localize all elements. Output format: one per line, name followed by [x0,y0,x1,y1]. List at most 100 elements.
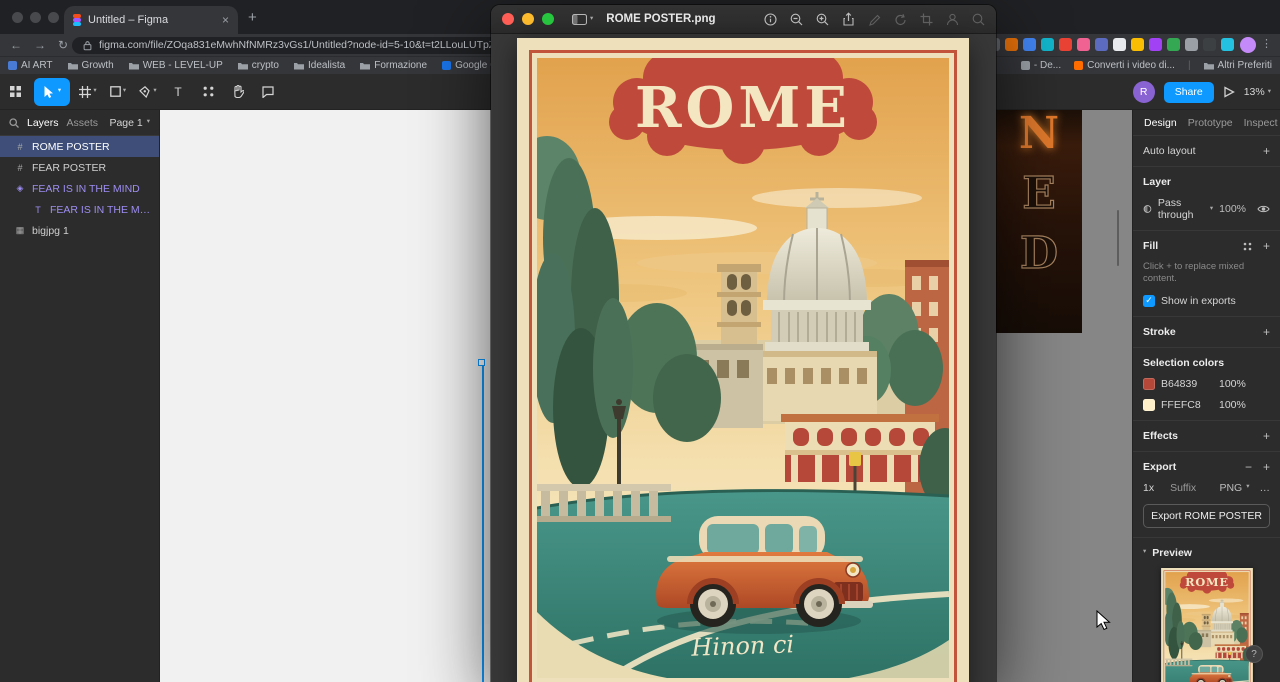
close-window-icon[interactable] [12,12,23,23]
search-icon[interactable] [9,117,19,128]
color-opacity[interactable]: 100% [1219,399,1246,411]
bookmark-item[interactable]: Converti i video di... [1074,60,1175,71]
extension-icon[interactable] [1059,38,1072,51]
help-button[interactable]: ? [1245,645,1263,663]
extension-icon[interactable] [1005,38,1018,51]
browser-profile-avatar[interactable] [1240,37,1256,53]
extension-icon[interactable] [1095,38,1108,51]
info-icon[interactable] [764,12,777,26]
add-stroke-button[interactable]: + [1263,326,1270,338]
shape-tool-button[interactable]: ▾ [103,74,133,110]
export-button[interactable]: Export ROME POSTER [1143,503,1270,528]
color-swatch[interactable] [1143,398,1155,411]
hand-tool-button[interactable] [223,74,253,110]
tab-design[interactable]: Design [1144,117,1177,129]
share-icon[interactable] [842,12,855,26]
bookmark-item[interactable]: - De... [1020,60,1061,71]
person-icon[interactable] [946,13,959,26]
extension-icon[interactable] [1113,38,1126,51]
minimize-window-icon[interactable] [30,12,41,23]
new-tab-button[interactable]: + [248,9,257,26]
forward-icon[interactable]: → [34,38,46,52]
styles-icon[interactable] [1243,242,1252,251]
add-effect-button[interactable]: + [1263,430,1270,442]
export-format-dropdown[interactable]: PNG [1219,482,1242,494]
reload-icon[interactable]: ↻ [58,38,68,52]
tab-prototype[interactable]: Prototype [1188,117,1233,129]
color-opacity[interactable]: 100% [1219,378,1246,390]
zoom-in-icon[interactable] [816,13,829,26]
extension-icon[interactable] [1131,38,1144,51]
pen-tool-button[interactable]: ▾ [133,74,163,110]
browser-menu-icon[interactable]: ⋮ [1261,37,1272,50]
present-icon[interactable] [1223,86,1235,98]
extension-icon[interactable] [1203,38,1216,51]
bookmark-folder[interactable]: WEB - LEVEL-UP [128,60,223,71]
crop-icon[interactable] [920,13,933,26]
user-avatar[interactable]: R [1132,81,1155,103]
browser-tab[interactable]: Untitled – Figma × [64,6,238,34]
page-selector[interactable]: Page 1 ▾ [109,117,150,129]
rotate-icon[interactable] [894,13,907,26]
text-tool-button[interactable]: T [163,74,193,110]
tab-close-icon[interactable]: × [222,14,229,26]
tab-assets[interactable]: Assets [67,117,99,129]
selection-color-row[interactable]: B64839 100% [1143,377,1270,390]
comment-tool-button[interactable] [253,74,283,110]
color-hex[interactable]: B64839 [1161,378,1213,390]
selection-handle[interactable] [478,359,485,366]
bookmark-item[interactable]: AI ART [8,60,53,71]
canvas-white-frame[interactable] [160,110,491,682]
layer-row-rome-poster[interactable]: # ROME POSTER [0,136,159,157]
zoom-level-dropdown[interactable]: 13% ▾ [1244,86,1271,98]
layer-row-image[interactable]: ▦ bigjpg 1 [0,220,159,241]
selection-color-row[interactable]: FFEFC8 100% [1143,398,1270,411]
selection-edge[interactable] [482,363,484,682]
bookmark-folder[interactable]: Growth [67,60,114,71]
extension-icon[interactable] [1149,38,1162,51]
layer-row-component[interactable]: ◈ FEAR IS IN THE MIND [0,178,159,199]
back-icon[interactable]: ← [10,38,22,52]
fullscreen-button[interactable] [542,13,554,25]
tab-inspect[interactable]: Inspect [1244,117,1278,129]
figma-main-menu-button[interactable] [0,74,30,110]
macos-window-controls[interactable] [12,12,59,23]
bookmark-folder[interactable]: Altri Preferiti [1203,60,1272,71]
zoom-window-icon[interactable] [48,12,59,23]
canvas-scrollbar[interactable] [1117,210,1119,266]
markup-pencil-icon[interactable] [868,13,881,26]
close-button[interactable] [502,13,514,25]
preview-titlebar[interactable]: ▾ ROME POSTER.png [491,5,996,34]
preview-app-window[interactable]: ▾ ROME POSTER.png [491,5,996,682]
tab-layers[interactable]: Layers [27,117,59,129]
extension-icon[interactable] [1077,38,1090,51]
search-icon[interactable] [972,13,985,26]
frame-tool-button[interactable]: ▾ [73,74,103,110]
color-swatch[interactable] [1143,377,1155,390]
remove-export-button[interactable]: − [1245,461,1252,473]
minimize-button[interactable] [522,13,534,25]
layer-row-text[interactable]: T FEAR IS IN THE MIND [0,199,159,220]
visibility-eye-icon[interactable] [1257,203,1270,215]
add-auto-layout-button[interactable]: + [1263,145,1270,157]
bookmark-folder[interactable]: Idealista [294,60,345,71]
layer-row-fear-poster[interactable]: # FEAR POSTER [0,157,159,178]
share-button[interactable]: Share [1163,81,1214,103]
show-in-exports-checkbox[interactable]: ✓ [1143,294,1155,307]
resources-tool-button[interactable] [193,74,223,110]
extension-icon[interactable] [1041,38,1054,51]
export-suffix-field[interactable]: Suffix [1170,482,1196,494]
bookmark-folder[interactable]: Formazione [360,60,427,71]
extension-icon[interactable] [1167,38,1180,51]
fear-poster-fragment[interactable]: N E D [996,110,1082,333]
extension-icon[interactable] [1221,38,1234,51]
add-export-button[interactable]: + [1263,461,1270,473]
export-more-button[interactable]: … [1260,482,1271,494]
bookmark-folder[interactable]: crypto [237,60,279,71]
chevron-down-icon[interactable]: ▾ [1143,549,1146,556]
sidebar-toggle-button[interactable]: ▾ [572,13,593,26]
blend-mode-dropdown[interactable]: Pass through [1158,197,1204,221]
move-tool-button[interactable]: ▾ [34,77,70,106]
extension-icon[interactable] [1185,38,1198,51]
color-hex[interactable]: FFEFC8 [1161,399,1213,411]
